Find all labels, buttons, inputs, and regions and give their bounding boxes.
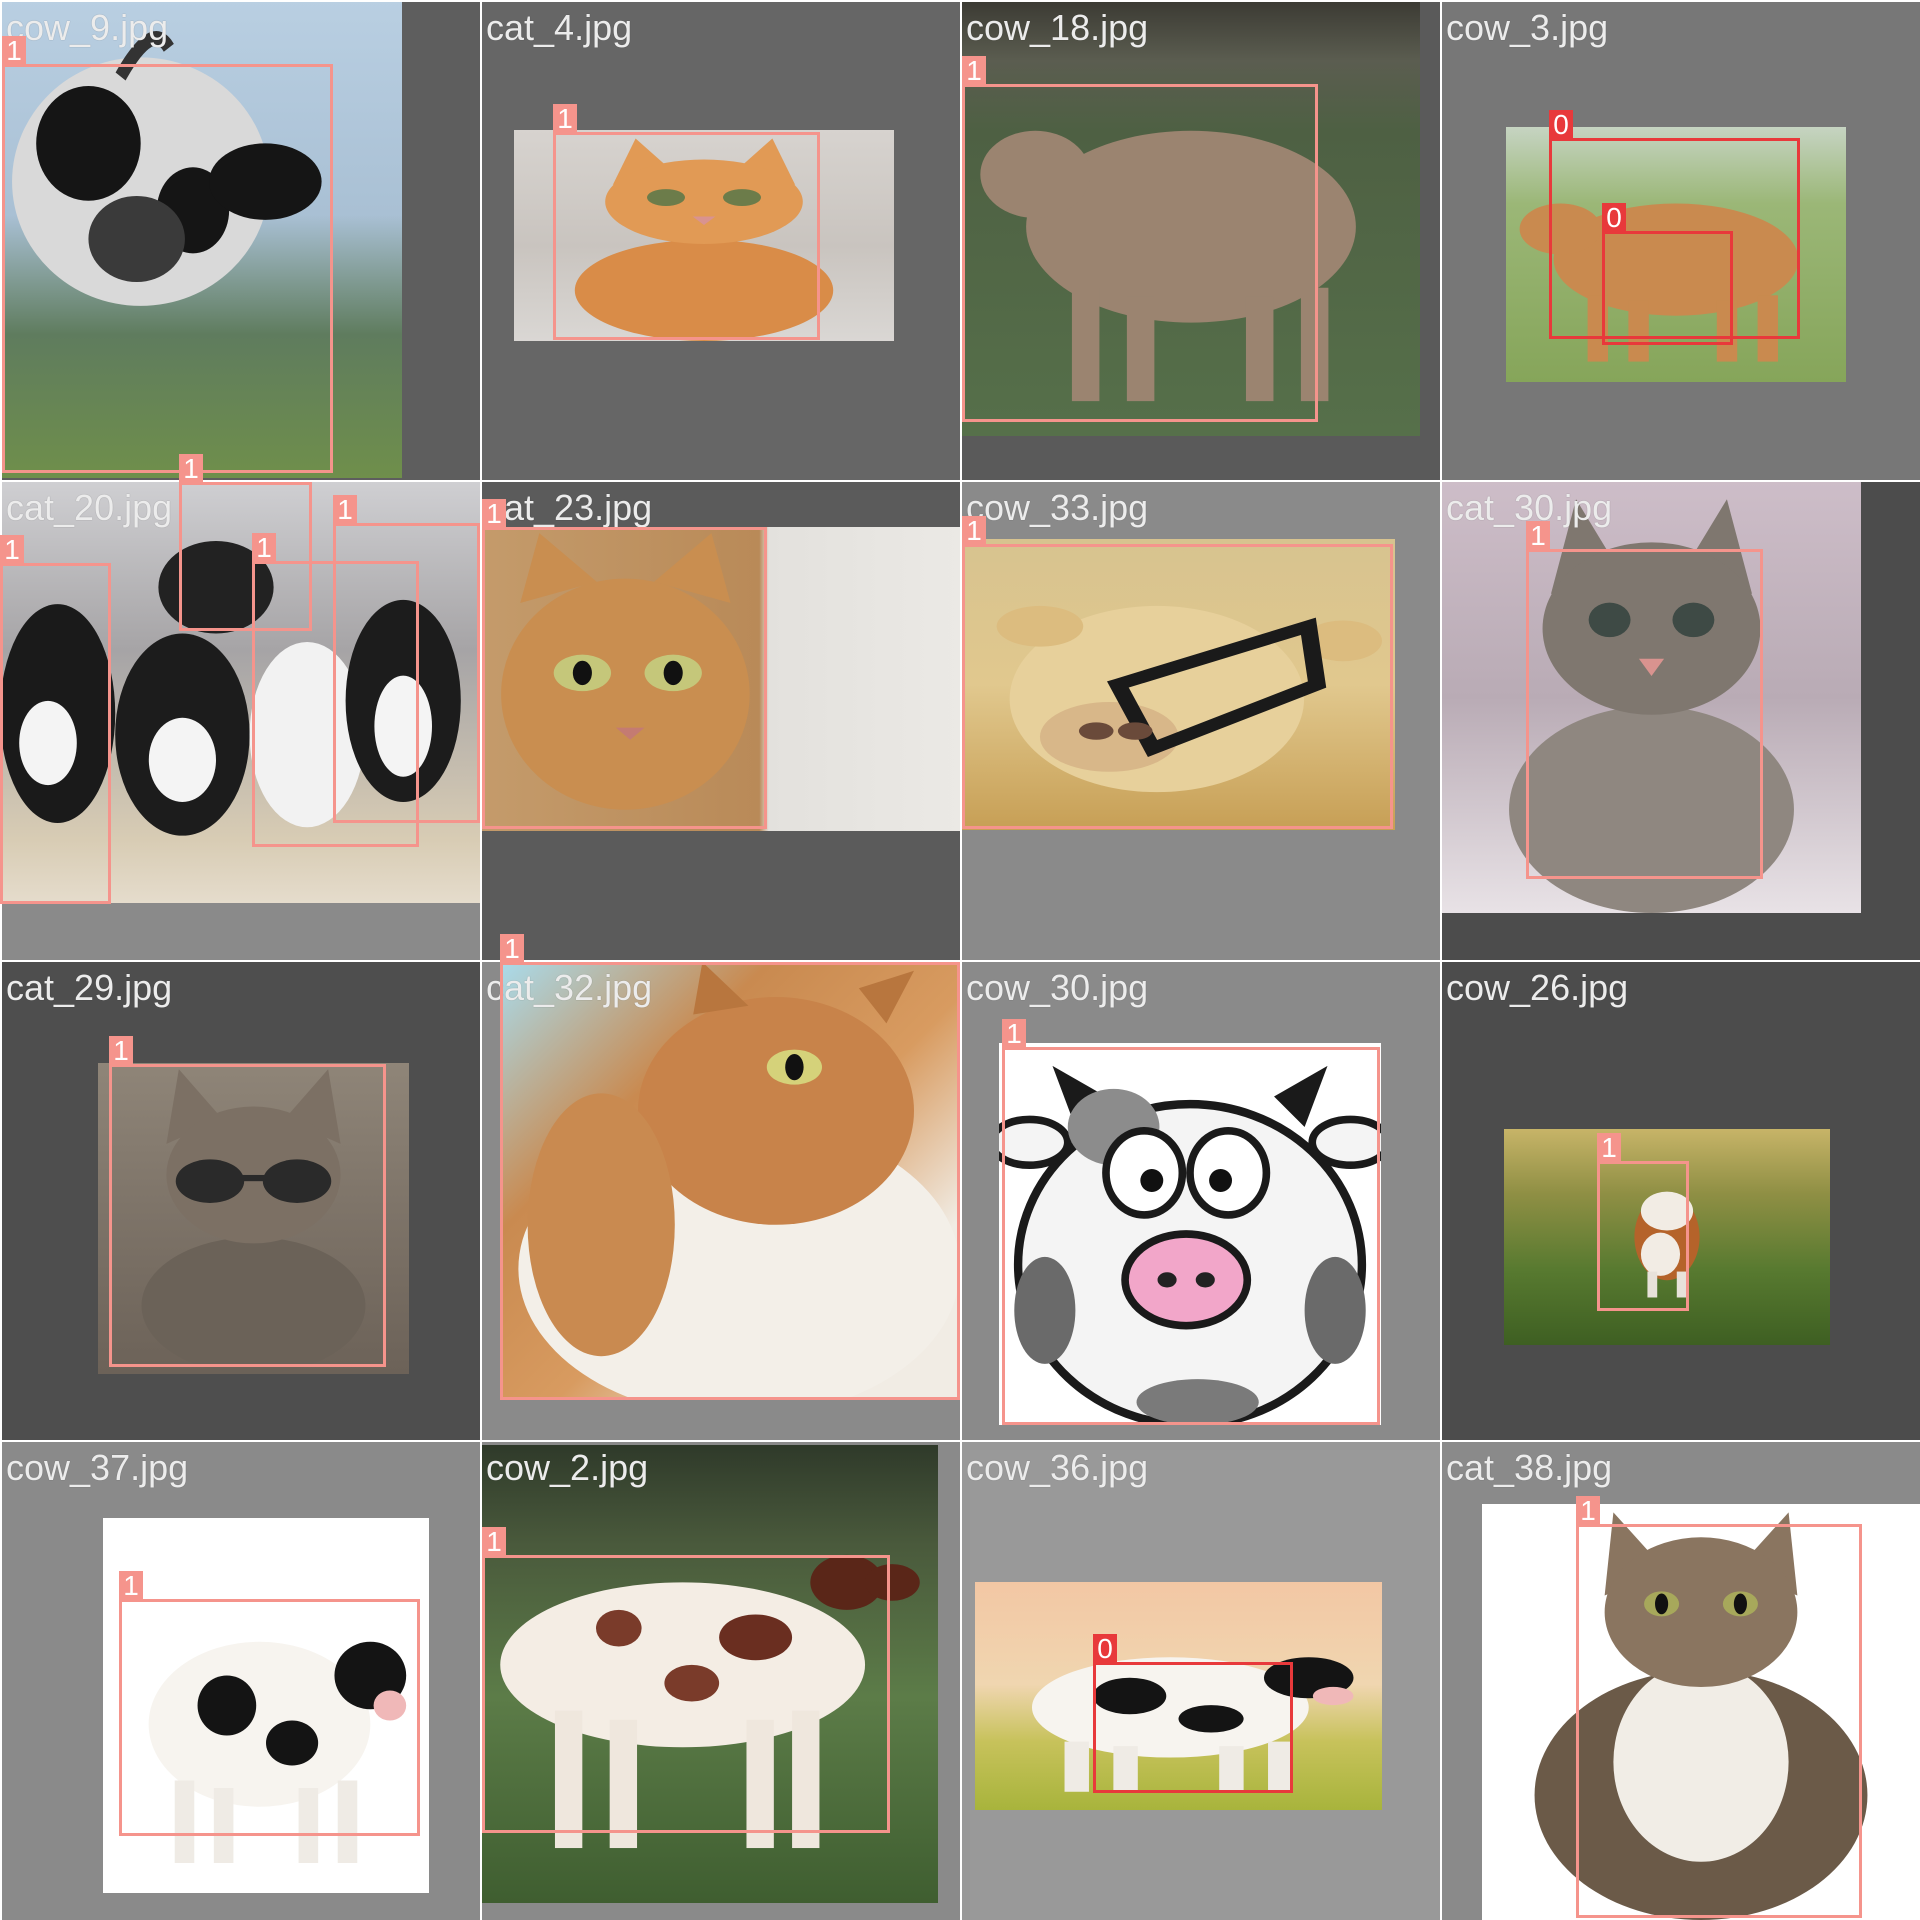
class-label-tag: 1: [119, 1571, 143, 1601]
class-label-tag: 1: [1597, 1133, 1621, 1163]
class-label-tag: 1: [500, 934, 524, 964]
class-label-tag: 1: [1002, 1019, 1026, 1049]
detection-box: 1: [333, 495, 480, 823]
tile-filename: cow_26.jpg: [1446, 967, 1629, 1008]
class-label-tag: 1: [482, 1527, 506, 1557]
detection-box: 1: [109, 1036, 386, 1367]
class-label-tag: 1: [482, 499, 506, 529]
detection-box: 1: [482, 499, 767, 829]
detection-box: 1: [1597, 1133, 1689, 1311]
detection-box: 1: [0, 535, 111, 904]
detection-box: 1: [553, 104, 820, 340]
detection-box: 1: [1526, 521, 1763, 879]
detection-box: 1: [962, 56, 1318, 422]
class-label-tag: 1: [2, 36, 26, 66]
detection-box: 1: [962, 516, 1393, 829]
detection-box: 1: [500, 934, 960, 1400]
tile-filename: cat_20.jpg: [6, 487, 173, 528]
class-label-tag: 1: [962, 56, 986, 86]
tile-filename: cat_38.jpg: [1446, 1447, 1613, 1488]
detection-box: 0: [1093, 1634, 1293, 1793]
detection-mosaic: cow_9.jpg 1 cat_4.jpg 1 cow_18.jpg 1 cow_3.…: [0, 0, 1920, 1920]
detection-box: 0: [1602, 203, 1733, 345]
class-label-tag: 0: [1093, 1634, 1117, 1664]
detection-box: 1: [482, 1527, 890, 1833]
tile-filename: cow_9.jpg: [6, 7, 169, 48]
detection-box: 1: [119, 1571, 420, 1836]
tile-filename: cat_4.jpg: [486, 7, 633, 48]
tile-filename: cat_23.jpg: [486, 487, 653, 528]
class-label-tag: 1: [1576, 1496, 1600, 1526]
class-label-tag: 0: [1549, 110, 1573, 140]
detection-box: 1: [2, 36, 333, 473]
tile-filename: cow_18.jpg: [966, 7, 1149, 48]
class-label-tag: 1: [179, 454, 203, 484]
tile-filename: cat_29.jpg: [6, 967, 173, 1008]
class-label-tag: 1: [553, 104, 577, 134]
tile-filename: cow_36.jpg: [966, 1447, 1149, 1488]
tile-filename: cow_37.jpg: [6, 1447, 189, 1488]
class-label-tag: 0: [1602, 203, 1626, 233]
class-label-tag: 1: [252, 533, 276, 563]
detection-box: 1: [1576, 1496, 1862, 1918]
tile-filename: cow_2.jpg: [486, 1447, 649, 1488]
tile-filename: cow_33.jpg: [966, 487, 1149, 528]
class-label-tag: 1: [333, 495, 357, 525]
class-label-tag: 1: [1526, 521, 1550, 551]
class-label-tag: 1: [109, 1036, 133, 1066]
class-label-tag: 1: [962, 516, 986, 546]
detection-box: 1: [1002, 1019, 1380, 1425]
class-label-tag: 1: [0, 535, 24, 565]
tile-filename: cow_3.jpg: [1446, 7, 1609, 48]
tile-filename: cow_30.jpg: [966, 967, 1149, 1008]
